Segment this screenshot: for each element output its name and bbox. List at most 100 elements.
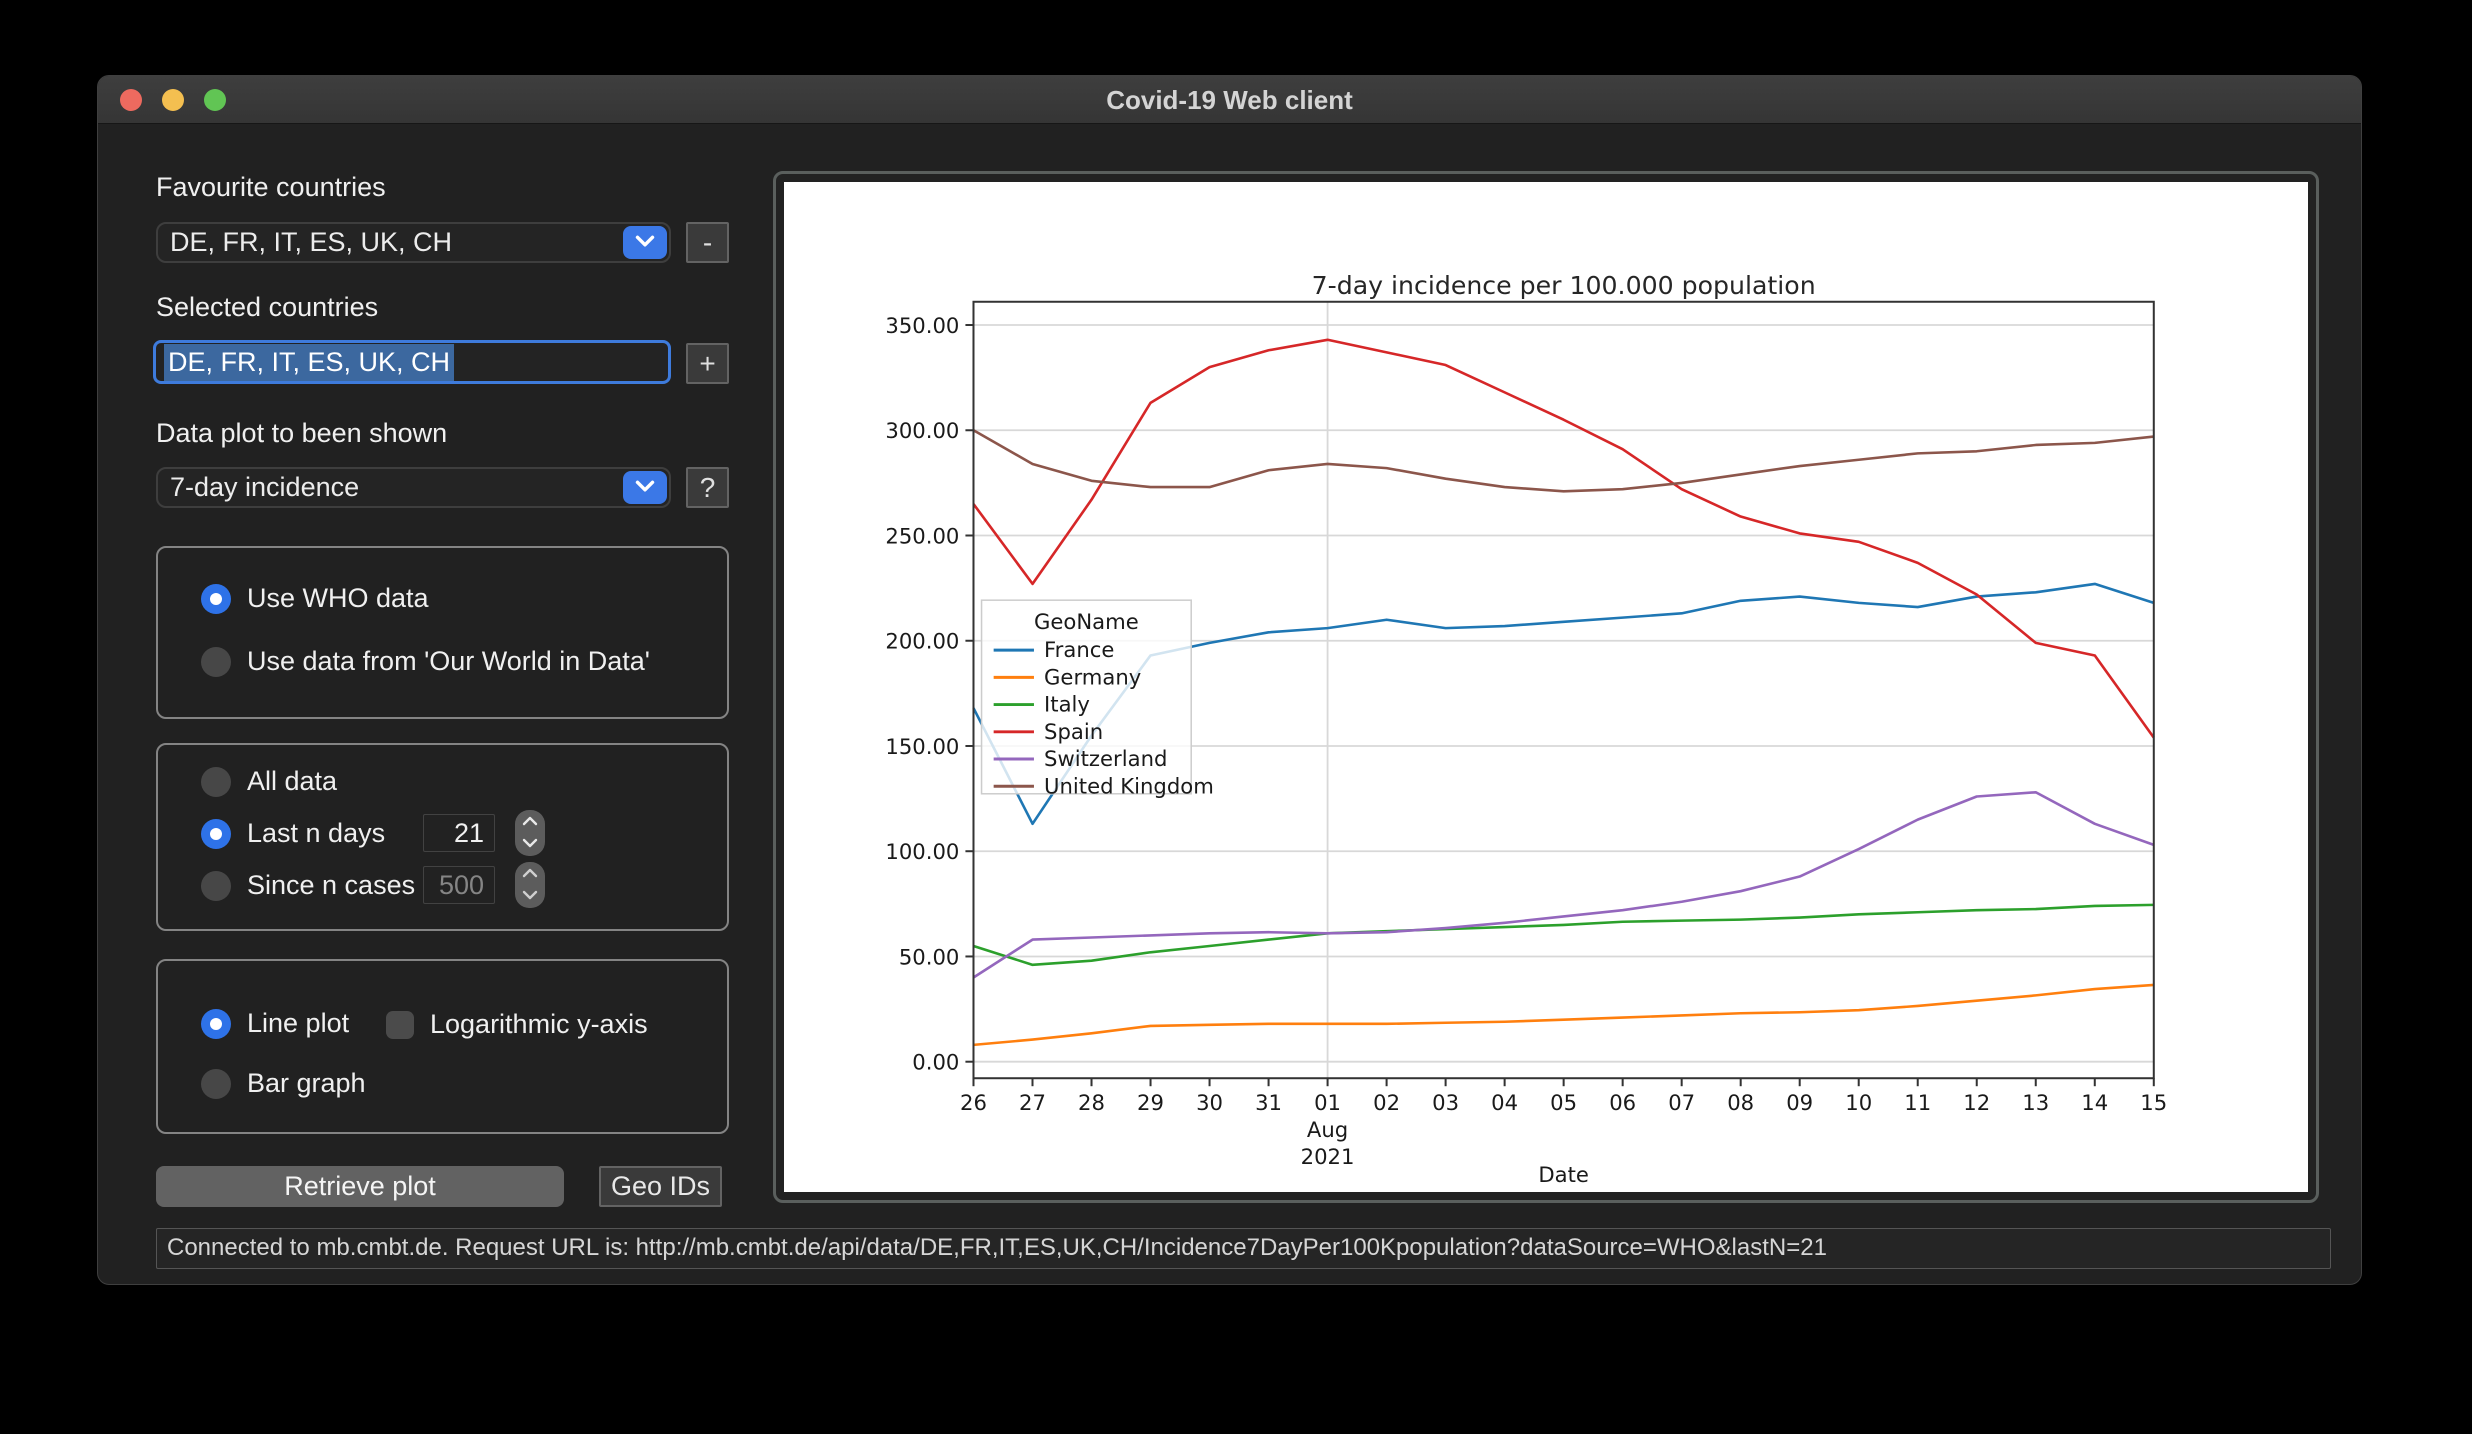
y-tick-label: 100.00 — [885, 839, 959, 864]
owid-radio-label: Use data from 'Our World in Data' — [247, 646, 650, 677]
x-tick-label: 29 — [1137, 1090, 1164, 1115]
x-tick-label: 31 — [1255, 1090, 1282, 1115]
who-radio-row[interactable]: Use WHO data — [201, 583, 429, 614]
since-n-cases-radio[interactable] — [201, 871, 231, 901]
last-n-days-stepper[interactable] — [515, 810, 545, 856]
combobox-dropdown-button[interactable] — [623, 471, 667, 504]
since-n-cases-spinbox: 500 — [423, 866, 495, 904]
last-n-days-radio-row[interactable]: Last n days — [201, 818, 385, 849]
x-month-label: Aug — [1307, 1117, 1348, 1142]
last-n-days-spinbox[interactable]: 21 — [423, 814, 495, 852]
x-tick-label: 04 — [1491, 1090, 1518, 1115]
legend-label: Italy — [1044, 692, 1090, 717]
chart-panel: 2627282930310102030405060708091011121314… — [773, 171, 2319, 1203]
combobox-dropdown-button[interactable] — [623, 226, 667, 259]
all-data-radio[interactable] — [201, 767, 231, 797]
log-y-axis-checkbox[interactable] — [386, 1011, 414, 1039]
owid-radio[interactable] — [201, 647, 231, 677]
x-tick-label: 13 — [2022, 1090, 2049, 1115]
legend-title: GeoName — [1034, 609, 1139, 634]
since-n-cases-radio-label: Since n cases — [247, 870, 415, 901]
plot-type-label: Data plot to been shown — [156, 418, 447, 449]
y-tick-label: 50.00 — [899, 945, 960, 970]
chart-line-united-kingdom — [973, 430, 2153, 491]
selected-countries-value: DE, FR, IT, ES, UK, CH — [164, 344, 454, 381]
chevron-down-icon — [634, 233, 656, 253]
plot-style-group: Line plot Logarithmic y-axis Bar graph — [156, 959, 729, 1134]
bar-graph-radio-label: Bar graph — [247, 1068, 366, 1099]
window-title: Covid-19 Web client — [98, 76, 2361, 124]
chart-canvas: 2627282930310102030405060708091011121314… — [784, 182, 2308, 1192]
plot-type-combobox[interactable]: 7-day incidence — [156, 467, 671, 508]
x-tick-label: 01 — [1314, 1090, 1341, 1115]
status-bar: Connected to mb.cmbt.de. Request URL is:… — [156, 1228, 2331, 1269]
retrieve-plot-button[interactable]: Retrieve plot — [156, 1166, 564, 1207]
chart-line-germany — [973, 985, 2153, 1045]
who-radio-label: Use WHO data — [247, 583, 429, 614]
minimize-window-icon[interactable] — [162, 89, 184, 111]
who-radio[interactable] — [201, 584, 231, 614]
data-range-group: All data Last n days 21 Since n cases 50… — [156, 743, 729, 931]
bar-graph-radio-row[interactable]: Bar graph — [201, 1068, 366, 1099]
selected-countries-label: Selected countries — [156, 292, 378, 323]
line-plot-radio-row[interactable]: Line plot — [201, 1008, 349, 1039]
legend-label: United Kingdom — [1044, 773, 1214, 798]
x-axis-title: Date — [1538, 1162, 1589, 1187]
legend-label: France — [1044, 637, 1114, 662]
last-n-days-radio[interactable] — [201, 819, 231, 849]
title-bar[interactable]: Covid-19 Web client — [98, 76, 2361, 124]
x-tick-label: 07 — [1668, 1090, 1695, 1115]
chevron-up-icon — [522, 865, 538, 883]
x-tick-label: 09 — [1786, 1090, 1813, 1115]
since-n-cases-radio-row[interactable]: Since n cases — [201, 870, 415, 901]
line-plot-radio-label: Line plot — [247, 1008, 349, 1039]
y-tick-label: 0.00 — [912, 1050, 959, 1075]
x-year-label: 2021 — [1301, 1144, 1355, 1169]
since-n-cases-stepper[interactable] — [515, 862, 545, 908]
zoom-window-icon[interactable] — [204, 89, 226, 111]
favourite-countries-label: Favourite countries — [156, 172, 386, 203]
owid-radio-row[interactable]: Use data from 'Our World in Data' — [201, 646, 650, 677]
x-tick-label: 10 — [1845, 1090, 1872, 1115]
line-plot-radio[interactable] — [201, 1009, 231, 1039]
close-window-icon[interactable] — [120, 89, 142, 111]
x-tick-label: 15 — [2140, 1090, 2167, 1115]
x-tick-label: 06 — [1609, 1090, 1636, 1115]
x-tick-label: 26 — [960, 1090, 987, 1115]
log-y-axis-checkbox-row[interactable]: Logarithmic y-axis — [386, 1009, 648, 1040]
remove-favourite-button[interactable]: - — [686, 222, 729, 263]
y-tick-label: 150.00 — [885, 734, 959, 759]
favourite-countries-value: DE, FR, IT, ES, UK, CH — [158, 227, 452, 258]
y-tick-label: 350.00 — [885, 313, 959, 338]
chevron-down-icon — [522, 887, 538, 905]
chevron-up-icon — [522, 813, 538, 831]
add-favourite-button[interactable]: + — [686, 343, 729, 384]
x-tick-label: 12 — [1963, 1090, 1990, 1115]
x-tick-label: 03 — [1432, 1090, 1459, 1115]
chart-line-switzerland — [973, 792, 2153, 977]
chevron-down-icon — [522, 835, 538, 853]
log-y-axis-checkbox-label: Logarithmic y-axis — [430, 1009, 648, 1040]
chart-svg: 2627282930310102030405060708091011121314… — [784, 182, 2308, 1192]
y-tick-label: 200.00 — [885, 629, 959, 654]
geo-ids-button[interactable]: Geo IDs — [599, 1166, 722, 1207]
bar-graph-radio[interactable] — [201, 1069, 231, 1099]
x-tick-label: 05 — [1550, 1090, 1577, 1115]
x-tick-label: 28 — [1078, 1090, 1105, 1115]
app-window: Covid-19 Web client Favourite countries … — [97, 75, 2362, 1285]
x-tick-label: 14 — [2081, 1090, 2108, 1115]
last-n-days-radio-label: Last n days — [247, 818, 385, 849]
x-tick-label: 30 — [1196, 1090, 1223, 1115]
favourite-countries-combobox[interactable]: DE, FR, IT, ES, UK, CH — [156, 222, 671, 263]
plot-type-value: 7-day incidence — [158, 472, 359, 503]
all-data-radio-label: All data — [247, 766, 337, 797]
y-tick-label: 250.00 — [885, 524, 959, 549]
y-tick-label: 300.00 — [885, 418, 959, 443]
legend-label: Switzerland — [1044, 746, 1167, 771]
all-data-radio-row[interactable]: All data — [201, 766, 337, 797]
x-tick-label: 11 — [1904, 1090, 1931, 1115]
chart-title: 7-day incidence per 100.000 population — [1312, 271, 1816, 300]
selected-countries-input[interactable]: DE, FR, IT, ES, UK, CH — [153, 340, 671, 384]
help-button[interactable]: ? — [686, 467, 729, 508]
x-tick-label: 08 — [1727, 1090, 1754, 1115]
